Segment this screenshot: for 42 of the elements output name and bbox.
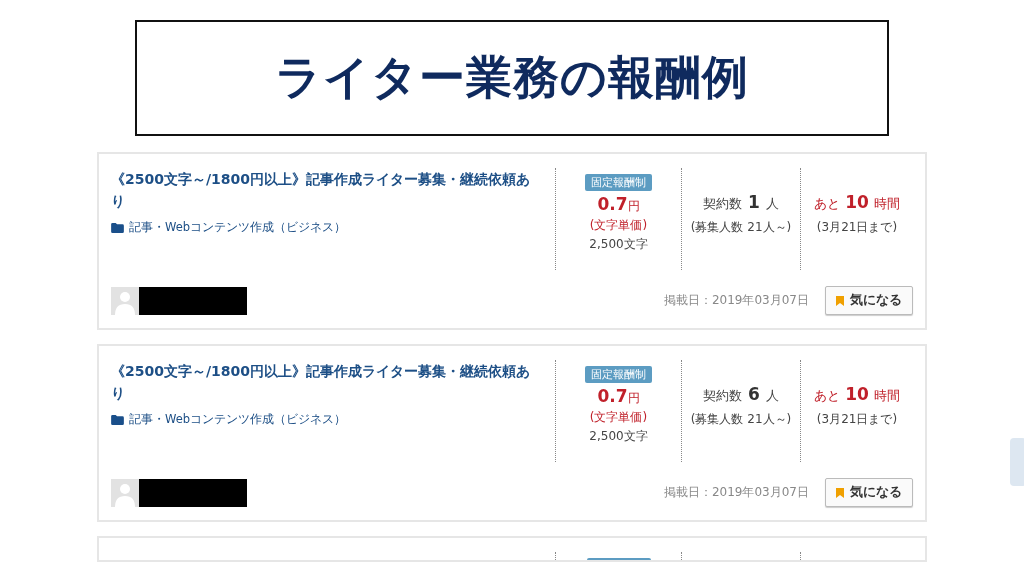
category-link[interactable]: 記事・Webコンテンツ作成（ビジネス） [129,220,347,235]
category-link[interactable]: 記事・Webコンテンツ作成（ビジネス） [129,412,347,427]
deadline-note: (3月21日まで) [816,219,898,236]
contracts-label: 契約数 [703,388,743,405]
contracts-unit: 人 [765,196,779,213]
bookmark-icon [836,487,844,498]
contracts-count: 1 [748,192,760,212]
bookmark-button[interactable]: 気になる [825,286,913,315]
contracts-unit: 人 [765,388,779,405]
contracts-count: 6 [748,384,760,404]
side-tab[interactable] [1010,438,1024,486]
remaining-value: 10 [845,384,869,404]
bookmark-icon [836,295,844,306]
price-note: (文字単価) [589,409,648,426]
recruit-note: (募集人数 21人～) [690,219,792,236]
price-value: 0.7 [597,386,628,406]
remaining-prefix: あと [814,196,841,213]
word-count: 2,500文字 [589,428,648,445]
deadline-note: (3月21日まで) [816,411,898,428]
remaining-unit: 時間 [873,388,900,405]
slide-title: ライター業務の報酬例 [275,49,749,106]
remaining-unit: 時間 [873,196,900,213]
folder-icon [111,222,124,233]
remaining-value: 10 [845,192,869,212]
avatar-placeholder [111,286,139,315]
recruit-note: (募集人数 21人～) [690,411,792,428]
bookmark-button[interactable]: 気になる [825,478,913,507]
posted-date: 掲載日：2019年03月07日 [663,484,809,501]
price-unit: 円 [627,390,640,407]
contracts-label: 契約数 [703,196,743,213]
avatar-placeholder [111,478,139,507]
job-title-link[interactable]: 《2500文字～/1800円以上》記事作成ライター募集・継続依頼あり [111,360,531,404]
job-title-link[interactable]: 《2500文字～/1800円以上》記事作成ライター募集・継続依頼あり [111,168,531,212]
price-unit: 円 [627,198,640,215]
price-value: 0.7 [597,194,628,214]
remaining-prefix: あと [814,388,841,405]
price-note: (文字単価) [589,217,648,234]
folder-icon [111,414,124,425]
word-count: 2,500文字 [589,236,648,253]
pay-type-badge: 固定報酬制 [585,366,652,383]
posted-date: 掲載日：2019年03月07日 [663,292,809,309]
pay-type-badge: 固定報酬制 [585,174,652,191]
